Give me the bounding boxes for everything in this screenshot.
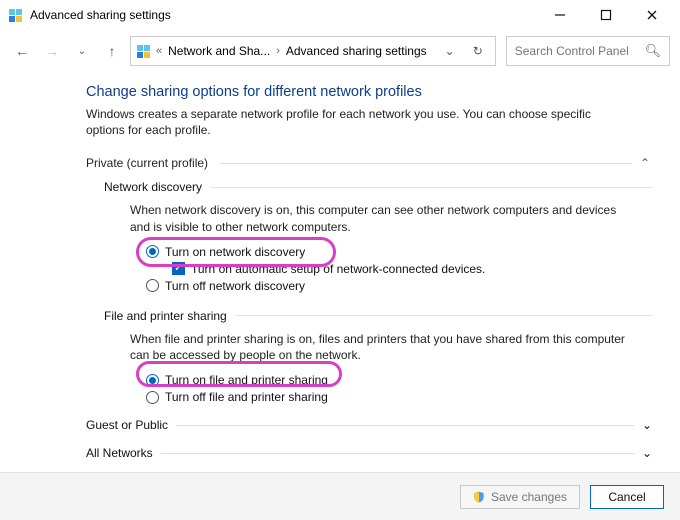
- network-discovery-desc: When network discovery is on, this compu…: [130, 202, 630, 234]
- subsection-network-discovery: Network discovery: [104, 180, 652, 194]
- page-description: Windows creates a separate network profi…: [86, 106, 606, 138]
- section-guest-public-header[interactable]: Guest or Public ⌄: [86, 418, 652, 432]
- refresh-button[interactable]: ↻: [467, 44, 489, 58]
- address-bar[interactable]: « Network and Sha... › Advanced sharing …: [130, 36, 496, 66]
- divider: [210, 187, 652, 188]
- shield-icon: [473, 491, 485, 503]
- forward-button[interactable]: →: [44, 43, 60, 59]
- location-icon: [137, 45, 150, 58]
- breadcrumb-item[interactable]: Advanced sharing settings: [286, 44, 427, 58]
- option-label: Turn off file and printer sharing: [165, 390, 328, 404]
- option-label: Turn on file and printer sharing: [165, 373, 328, 387]
- chevron-right-icon: ›: [276, 45, 280, 57]
- checkbox-icon: ✓: [172, 262, 185, 275]
- back-button[interactable]: ←: [14, 43, 30, 59]
- chevron-down-icon: ⌄: [642, 418, 652, 432]
- chevron-up-icon: ⌃: [640, 156, 652, 170]
- radio-icon: [146, 245, 159, 258]
- radio-icon: [146, 374, 159, 387]
- radio-icon: [146, 279, 159, 292]
- section-all-networks-header[interactable]: All Networks ⌄: [86, 446, 652, 460]
- save-changes-button[interactable]: Save changes: [460, 485, 580, 509]
- divider: [235, 315, 652, 316]
- radio-turn-on-file-printer-sharing[interactable]: Turn on file and printer sharing: [146, 373, 652, 387]
- window-title: Advanced sharing settings: [30, 8, 171, 22]
- section-label: Private (current profile): [86, 156, 208, 170]
- maximize-button[interactable]: [592, 3, 620, 27]
- subsection-label: Network discovery: [104, 180, 202, 194]
- button-label: Cancel: [608, 490, 645, 504]
- titlebar: Advanced sharing settings: [0, 0, 680, 30]
- recent-dropdown[interactable]: ⌄: [74, 46, 90, 57]
- search-icon: 🔍︎: [645, 43, 662, 59]
- footer-bar: Save changes Cancel: [0, 472, 680, 520]
- minimize-button[interactable]: [546, 3, 574, 27]
- navbar: ← → ⌄ ↑ « Network and Sha... › Advanced …: [0, 30, 680, 72]
- divider: [220, 163, 632, 164]
- chevron-down-icon: ⌄: [642, 446, 652, 460]
- radio-icon: [146, 391, 159, 404]
- section-label: Guest or Public: [86, 418, 168, 432]
- divider: [161, 453, 634, 454]
- divider: [176, 425, 634, 426]
- subsection-label: File and printer sharing: [104, 309, 227, 323]
- app-icon: [6, 6, 24, 24]
- page-title: Change sharing options for different net…: [86, 84, 652, 100]
- option-label: Turn off network discovery: [165, 279, 305, 293]
- cancel-button[interactable]: Cancel: [590, 485, 664, 509]
- button-label: Save changes: [491, 490, 567, 504]
- option-label: Turn on automatic setup of network-conne…: [191, 262, 485, 276]
- radio-turn-off-network-discovery[interactable]: Turn off network discovery: [146, 279, 652, 293]
- section-private-header[interactable]: Private (current profile) ⌃: [86, 156, 652, 170]
- file-printer-sharing-desc: When file and printer sharing is on, fil…: [130, 331, 630, 363]
- breadcrumb-item[interactable]: Network and Sha...: [168, 44, 270, 58]
- checkbox-auto-setup[interactable]: ✓ Turn on automatic setup of network-con…: [172, 262, 652, 276]
- radio-turn-on-network-discovery[interactable]: Turn on network discovery: [146, 245, 652, 259]
- close-button[interactable]: [638, 3, 666, 27]
- option-label: Turn on network discovery: [165, 245, 305, 259]
- radio-turn-off-file-printer-sharing[interactable]: Turn off file and printer sharing: [146, 390, 652, 404]
- search-input[interactable]: [515, 44, 645, 58]
- section-label: All Networks: [86, 446, 153, 460]
- content-area: Change sharing options for different net…: [0, 72, 680, 460]
- subsection-file-printer-sharing: File and printer sharing: [104, 309, 652, 323]
- address-dropdown[interactable]: ⌄: [439, 44, 461, 58]
- search-box[interactable]: 🔍︎: [506, 36, 671, 66]
- up-button[interactable]: ↑: [104, 43, 120, 59]
- breadcrumb-sep: «: [156, 45, 162, 57]
